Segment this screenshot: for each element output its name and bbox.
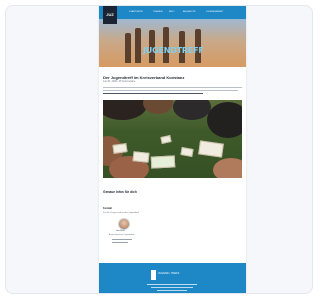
hero-figure [135, 28, 141, 63]
nav-item-offers[interactable]: ANGEBOTE [183, 10, 196, 15]
nav-item-youth-work[interactable]: JUGENDARBEIT [206, 10, 224, 15]
contact-phone-link[interactable] [112, 242, 128, 244]
person-role: Ansprechpartnerin Jugendarbeit [109, 234, 135, 236]
article-intro [103, 87, 242, 96]
article-photo [103, 100, 242, 178]
hero-title: JUGENDTREFF [143, 46, 204, 55]
site-logo[interactable]: JUZ [103, 6, 117, 24]
contact-note: Für alle Fragen rund um den Jugendtreff [103, 212, 139, 214]
nav-item-info[interactable]: INFO [169, 10, 174, 15]
preview-frame: JUZ STARTSEITE THEMEN INFO ANGEBOTE JUGE… [5, 5, 313, 294]
webpage-preview[interactable]: JUZ STARTSEITE THEMEN INFO ANGEBOTE JUGE… [99, 6, 246, 293]
footer-logo [151, 270, 156, 280]
article-title: Der Jugendtreff im Kreisverband Konstanz [103, 75, 185, 80]
top-navigation: JUZ STARTSEITE THEMEN INFO ANGEBOTE JUGE… [99, 6, 246, 24]
footer-brand: JUGEND • TREFF [158, 272, 180, 275]
contact-label: Kontakt [103, 207, 112, 210]
footer-contact-line [151, 287, 193, 288]
hero-figure [125, 33, 131, 63]
contact-email-link[interactable] [112, 239, 132, 241]
article-meta: Juni 01, 2020 • 15 Kommentare [103, 81, 136, 83]
person-name: Lisa Kraft [116, 230, 125, 232]
hero-banner: JUGENDTREFF [99, 19, 246, 67]
section-title: Genaue Infos für dich [103, 190, 137, 194]
site-footer: JUGEND • TREFF [99, 263, 246, 293]
footer-address-line [147, 284, 197, 285]
footer-legal-link[interactable] [157, 290, 187, 291]
hero-figure [163, 27, 169, 63]
nav-item-home[interactable]: STARTSEITE [129, 10, 143, 15]
nav-item-themes[interactable]: THEMEN [153, 10, 163, 15]
avatar [118, 218, 130, 230]
